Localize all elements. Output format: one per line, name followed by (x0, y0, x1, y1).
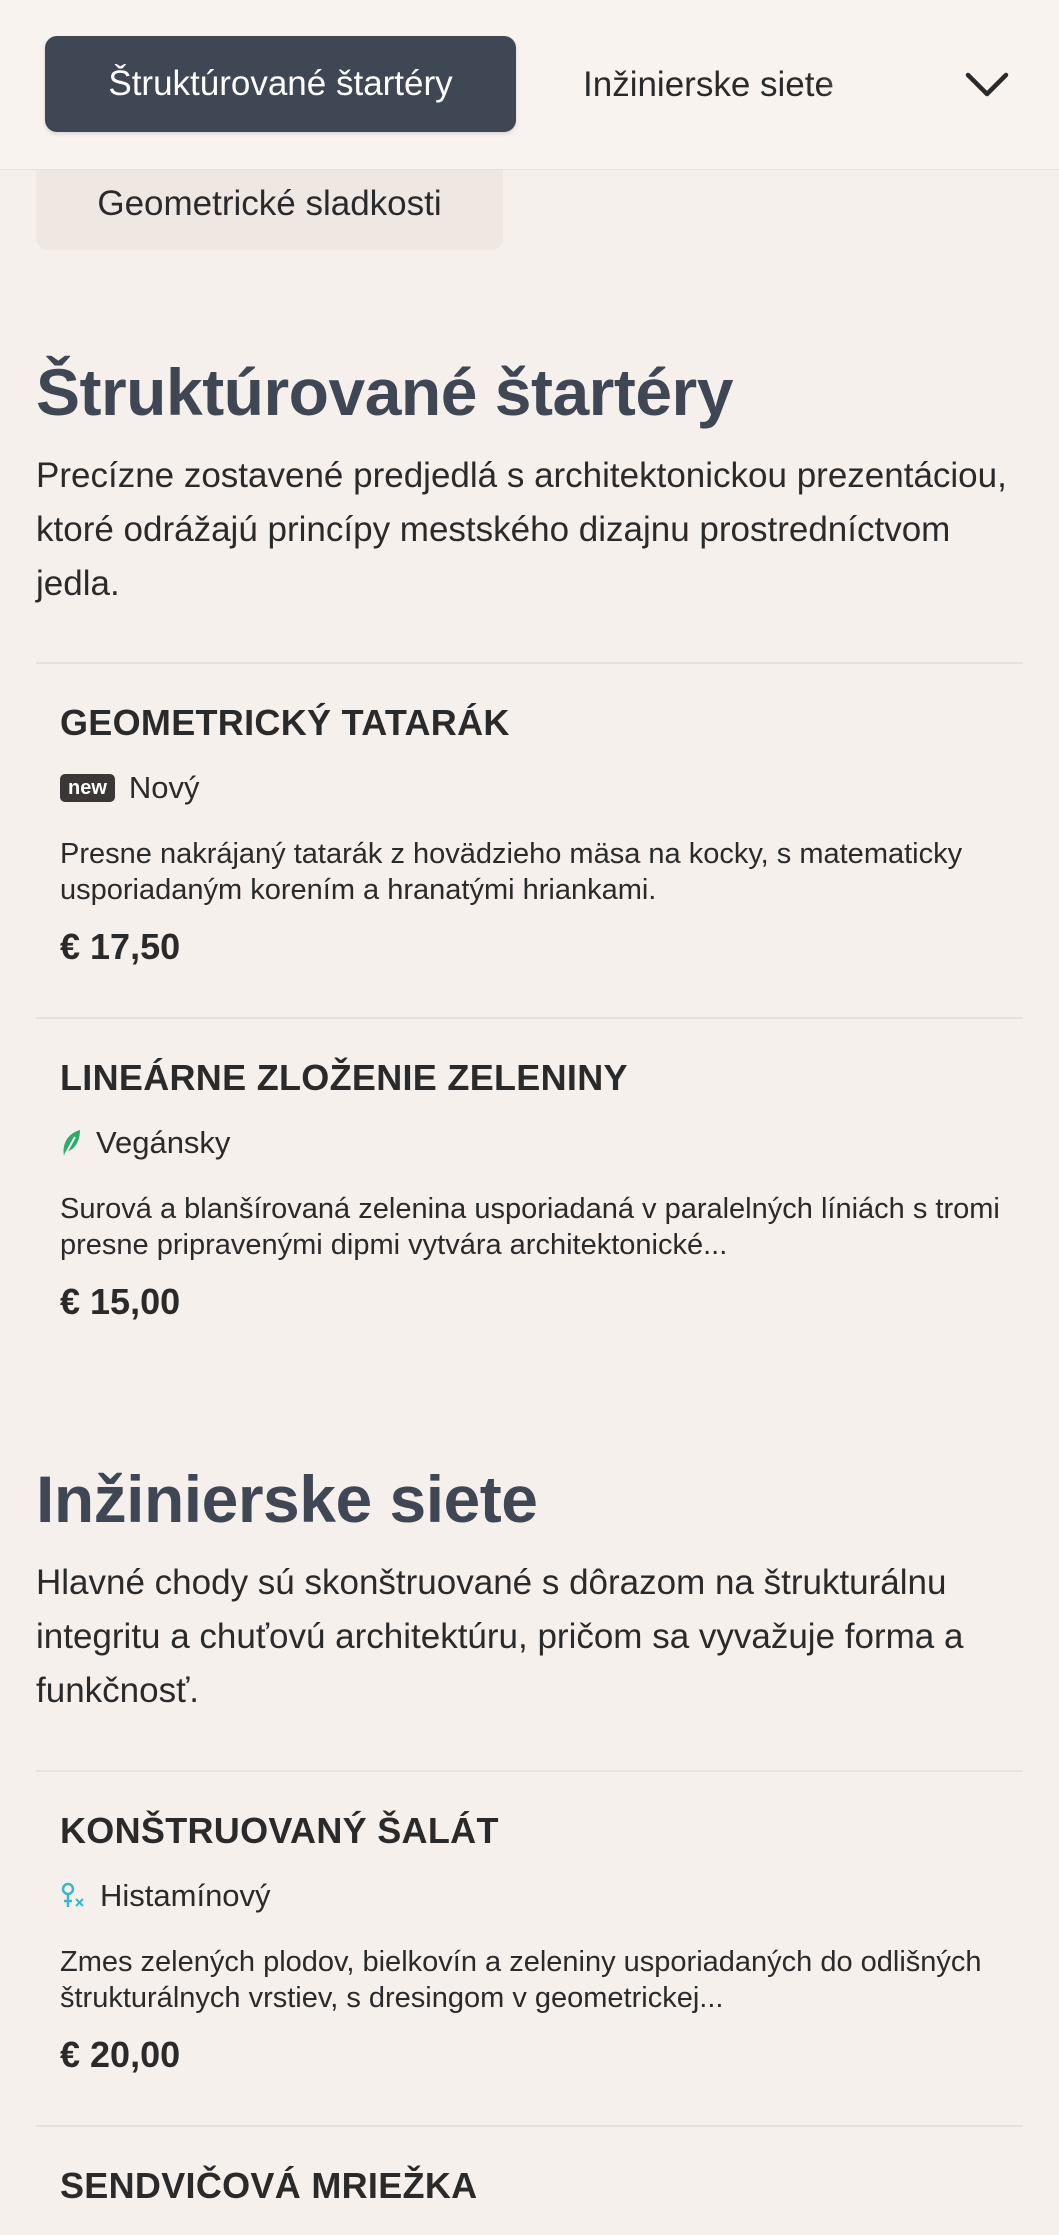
menu-item[interactable]: GEOMETRICKÝ TATARÁK new Nový Presne nakr… (36, 662, 1023, 1017)
tag-label: Histamínový (100, 1878, 271, 1913)
section-description: Precízne zostavené predjedlá s architekt… (36, 455, 1007, 603)
category-tab-label: Geometrické sladkosti (97, 184, 442, 223)
category-tab-active[interactable]: Štruktúrované štartéry (45, 36, 516, 132)
menu-item-description: Presne nakrájaný tatarák z hovädzieho mä… (60, 838, 963, 906)
category-tab-label: Štruktúrované štartéry (108, 64, 453, 103)
category-tab-next[interactable]: Inžinierske siete (583, 50, 883, 120)
menu-item-description: Surová a blanšírovaná zelenina usporiada… (60, 1193, 1000, 1261)
menu-item-name: LINEÁRNE ZLOŽENIE ZELENINY (60, 1057, 628, 1098)
tag-label: Vegánsky (96, 1125, 231, 1160)
leaf-icon (60, 1128, 82, 1158)
menu-item-tag: new Nový (60, 768, 200, 808)
histamine-icon (60, 1881, 86, 1911)
section-description: Hlavné chody sú skonštruované s dôrazom … (36, 1562, 964, 1710)
chevron-down-icon[interactable] (960, 58, 1014, 112)
menu-section: Štruktúrované štartéry Precízne zostaven… (36, 355, 1023, 611)
menu-item[interactable]: KONŠTRUOVANÝ ŠALÁT Histamínový Zmes zele… (36, 1770, 1023, 2125)
menu-item[interactable]: LINEÁRNE ZLOŽENIE ZELENINY Vegánsky Suro… (36, 1017, 1023, 1372)
tag-label: Nový (128, 770, 200, 805)
menu-item-price: € 15,00 (60, 1281, 181, 1322)
menu-item-price: € 20,00 (60, 2034, 181, 2075)
menu-item[interactable]: SENDVIČOVÁ MRIEŽKA (36, 2125, 1023, 2235)
category-tab-label: Inžinierske siete (583, 65, 834, 104)
new-badge: new (60, 774, 115, 802)
category-tab-overflow[interactable]: Geometrické sladkosti (36, 158, 503, 250)
menu-item-tag: Histamínový (60, 1876, 271, 1916)
menu-item-tag: Vegánsky (60, 1123, 230, 1163)
menu-item-name: KONŠTRUOVANÝ ŠALÁT (60, 1810, 499, 1851)
menu-item-price: € 17,50 (60, 926, 181, 967)
section-title: Inžinierske siete (36, 1462, 538, 1536)
menu-item-description: Zmes zelených plodov, bielkovín a zeleni… (60, 1946, 982, 2014)
section-title: Štruktúrované štartéry (36, 355, 733, 429)
category-nav: Štruktúrované štartéry Inžinierske siete (0, 0, 1059, 170)
menu-item-name: GEOMETRICKÝ TATARÁK (60, 702, 510, 743)
menu-section: Inžinierske siete Hlavné chody sú skonšt… (36, 1462, 1023, 1718)
menu-item-name: SENDVIČOVÁ MRIEŽKA (60, 2165, 478, 2206)
